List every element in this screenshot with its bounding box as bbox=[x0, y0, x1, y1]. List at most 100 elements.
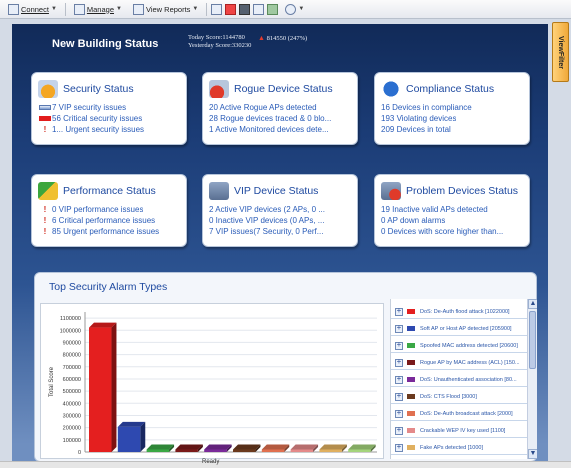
view-reports-label: View Reports bbox=[145, 4, 191, 14]
status-line[interactable]: ! 85 Urgent performance issues bbox=[38, 226, 186, 237]
expand-icon[interactable] bbox=[395, 306, 403, 316]
expand-icon[interactable] bbox=[395, 425, 403, 435]
legend-item[interactable]: DoS: CTS Flood [3000] bbox=[391, 390, 527, 404]
status-line[interactable]: 28 Rogue devices traced & 0 blo... bbox=[209, 113, 357, 124]
status-line[interactable]: 19 Inactive valid APs detected bbox=[381, 204, 529, 215]
legend-item[interactable]: Spoofed MAC address detected [20600] bbox=[391, 339, 527, 353]
toolbar-divider bbox=[206, 2, 208, 16]
urgent-icon: ! bbox=[43, 125, 47, 134]
report-icon bbox=[132, 3, 144, 15]
manage-menu-button[interactable]: Manage ▼ bbox=[70, 2, 126, 17]
yesterday-score: Yesterday Score:330230 bbox=[188, 42, 252, 49]
status-line[interactable]: 0 AP down alarms bbox=[381, 215, 529, 226]
y-tick-label: 800000 bbox=[63, 353, 81, 359]
alarm-bar-chart: 0 100000 200000 300000 400000 500000 600000 700… bbox=[40, 303, 384, 459]
card-title: Security Status bbox=[63, 83, 134, 95]
y-axis-title: Total Score bbox=[49, 366, 55, 397]
score-delta-value: 814550 (247%) bbox=[266, 35, 308, 42]
status-line[interactable]: 56 Critical security issues bbox=[38, 113, 186, 124]
window-icon[interactable] bbox=[253, 3, 265, 15]
status-line[interactable]: 1 Active Monitored devices dete... bbox=[209, 124, 357, 135]
legend-swatch bbox=[407, 445, 415, 450]
status-line[interactable]: 0 Devices with score higher than... bbox=[381, 226, 529, 237]
urgent-icon: ! bbox=[43, 216, 47, 225]
status-line[interactable]: 7 VIP issues(7 Security, 0 Perf... bbox=[209, 226, 357, 237]
y-tick-label: 1000000 bbox=[60, 328, 81, 334]
status-line[interactable]: 16 Devices in compliance bbox=[381, 102, 529, 113]
problem-device-icon bbox=[381, 182, 401, 200]
connect-label: Connect bbox=[21, 4, 49, 14]
manage-label: Manage bbox=[86, 4, 114, 14]
bar bbox=[261, 449, 285, 452]
bar bbox=[348, 449, 371, 452]
y-tick-label: 0 bbox=[78, 450, 81, 456]
calendar-icon[interactable] bbox=[239, 3, 251, 15]
status-line[interactable]: 193 Violating devices bbox=[381, 113, 529, 124]
rogue-device-icon bbox=[209, 80, 229, 98]
legend-swatch bbox=[407, 326, 415, 331]
bar bbox=[175, 449, 198, 452]
status-line[interactable]: 2 Active VIP devices (2 APs, 0 ... bbox=[209, 204, 357, 215]
alarm-icon[interactable] bbox=[225, 3, 237, 15]
legend-swatch bbox=[407, 343, 415, 348]
status-line[interactable]: 209 Devices in total bbox=[381, 124, 529, 135]
table-view-icon[interactable] bbox=[211, 3, 223, 15]
compliance-status-card[interactable]: Compliance Status 16 Devices in complian… bbox=[374, 72, 530, 145]
connect-menu-button[interactable]: Connect ▼ bbox=[4, 2, 61, 17]
expand-icon[interactable] bbox=[395, 357, 403, 367]
rogue-device-status-card[interactable]: Rogue Device Status 20 Active Rogue APs … bbox=[202, 72, 358, 145]
status-line[interactable]: ! 6 Critical performance issues bbox=[38, 215, 186, 226]
legend-scrollbar[interactable]: ▲ ▼ bbox=[527, 299, 537, 459]
expand-icon[interactable] bbox=[395, 340, 403, 350]
scroll-thumb[interactable] bbox=[529, 311, 536, 369]
chevron-down-icon: ▼ bbox=[50, 6, 57, 12]
vip-device-status-card[interactable]: VIP Device Status 2 Active VIP devices (… bbox=[202, 174, 358, 247]
score-delta: ▲ 814550 (247%) bbox=[258, 34, 307, 43]
top-security-alarm-panel: Top Security Alarm Types 0 100000 200000 30… bbox=[34, 272, 537, 462]
problem-devices-status-card[interactable]: Problem Devices Status 19 Inactive valid… bbox=[374, 174, 530, 247]
legend-label: Rogue AP by MAC address (ACL) [150... bbox=[420, 359, 520, 366]
legend-swatch bbox=[407, 394, 415, 399]
y-tick-label: 600000 bbox=[63, 377, 81, 383]
expand-icon[interactable] bbox=[395, 374, 403, 384]
expand-icon[interactable] bbox=[395, 323, 403, 333]
bar bbox=[146, 449, 170, 452]
legend-item[interactable]: DoS: De-Auth flood attack [1022000] bbox=[391, 305, 527, 319]
status-line[interactable]: 20 Active Rogue APs detected bbox=[209, 102, 357, 113]
expand-icon[interactable] bbox=[395, 442, 403, 452]
legend-item[interactable]: Rogue AP by MAC address (ACL) [150... bbox=[391, 356, 527, 370]
expand-icon[interactable] bbox=[395, 391, 403, 401]
legend-item[interactable]: Soft AP or Host AP detected [205900] bbox=[391, 322, 527, 336]
legend-item[interactable]: Fake APs detected [1000] bbox=[391, 441, 527, 455]
view-filter-tab[interactable]: ViewFilter bbox=[552, 22, 569, 82]
help-menu-button[interactable]: ▼ bbox=[281, 2, 308, 17]
scroll-down-button[interactable]: ▼ bbox=[528, 449, 537, 459]
performance-status-card[interactable]: Performance Status ! 0 VIP performance is… bbox=[31, 174, 187, 247]
status-bar: Ready bbox=[0, 459, 571, 468]
y-tick-label: 200000 bbox=[63, 426, 81, 432]
scroll-up-button[interactable]: ▲ bbox=[528, 299, 537, 309]
toolbar-divider bbox=[64, 2, 66, 16]
bar bbox=[117, 426, 141, 452]
status-line[interactable]: 7 VIP security issues bbox=[38, 102, 186, 113]
card-title: Performance Status bbox=[63, 185, 156, 197]
card-title: VIP Device Status bbox=[234, 185, 319, 197]
critical-bar-icon bbox=[39, 116, 51, 121]
security-status-card[interactable]: Security Status 7 VIP security issues 56… bbox=[31, 72, 187, 145]
status-line[interactable]: ! 1... Urgent security issues bbox=[38, 124, 186, 135]
legend-item[interactable]: DoS: Unauthenticated association [80... bbox=[391, 373, 527, 387]
legend-item[interactable]: DoS: De-Auth broadcast attack [2000] bbox=[391, 407, 527, 421]
y-tick-label: 100000 bbox=[63, 438, 81, 444]
back-arrow-icon[interactable] bbox=[267, 3, 279, 15]
bar bbox=[204, 449, 227, 452]
view-reports-menu-button[interactable]: View Reports ▼ bbox=[129, 2, 202, 17]
toolbar: Connect ▼ Manage ▼ View Reports ▼ ▼ bbox=[0, 0, 571, 19]
score-summary: Today Score:1144780 Yesterday Score:3302… bbox=[188, 34, 307, 50]
status-line[interactable]: ! 0 VIP performance issues bbox=[38, 204, 186, 215]
lock-icon bbox=[38, 80, 58, 98]
legend-swatch bbox=[407, 360, 415, 365]
legend-item[interactable]: Crackable WEP IV key used [1100] bbox=[391, 424, 527, 438]
expand-icon[interactable] bbox=[395, 408, 403, 418]
status-line[interactable]: 0 Inactive VIP devices (0 APs, ... bbox=[209, 215, 357, 226]
compliance-check-icon bbox=[381, 80, 401, 98]
